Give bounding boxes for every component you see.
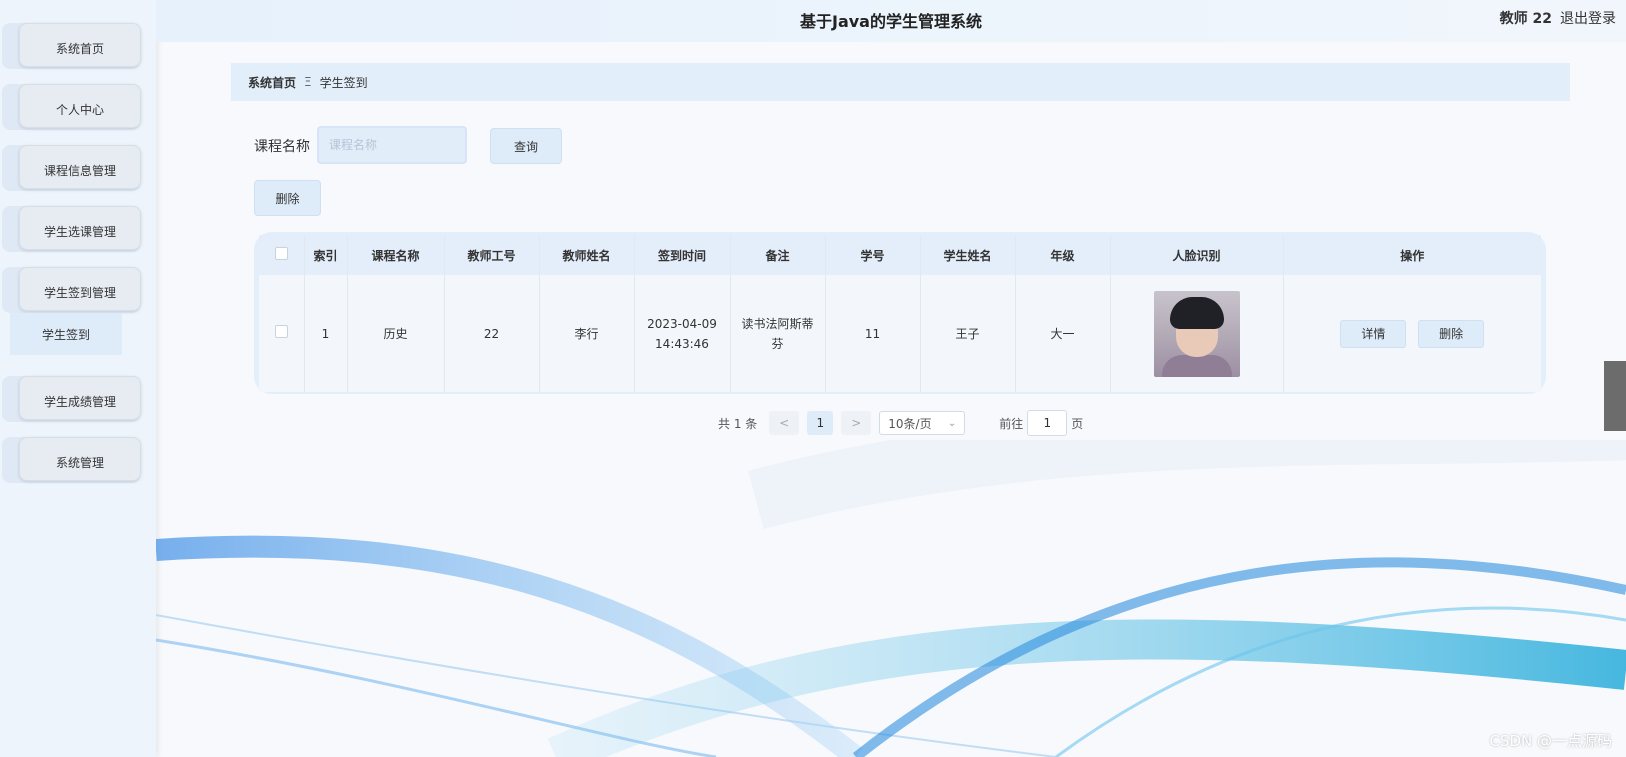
- cell-actions: 详情 删除: [1283, 275, 1541, 392]
- course-name-search-input[interactable]: [317, 126, 467, 164]
- sidebar-item-label: 系统首页: [55, 41, 104, 56]
- signin-table: 索引 课程名称 教师工号 教师姓名 签到时间 备注 学号 学生姓名 年级 人脸识…: [254, 232, 1546, 394]
- scrollbar-thumb[interactable]: [1604, 361, 1626, 431]
- table-header-row: 索引 课程名称 教师工号 教师姓名 签到时间 备注 学号 学生姓名 年级 人脸识…: [259, 235, 1541, 275]
- sidebar-item-course-selection[interactable]: 学生选课管理: [2, 206, 141, 252]
- sidebar: 系统首页 个人中心 课程信息管理 学生选课管理 学生签到管理 学生签到 学生成绩…: [0, 0, 156, 757]
- sidebar-item-label: 个人中心: [55, 102, 104, 117]
- submenu-item-signin[interactable]: 学生签到: [10, 313, 122, 355]
- next-page-button[interactable]: >: [841, 411, 872, 435]
- pagination: 共 1 条 < 1 > 10条/页 ⌄ 前往 1 页: [718, 410, 1084, 436]
- column-header: 人脸识别: [1110, 235, 1284, 275]
- prev-page-button[interactable]: <: [769, 411, 800, 435]
- app-title: 基于Java的学生管理系统: [800, 12, 982, 31]
- user-info: 教师 22 退出登录: [1500, 8, 1616, 28]
- face-photo-icon[interactable]: [1153, 290, 1240, 377]
- row-checkbox[interactable]: [274, 324, 288, 338]
- cell-student-name: 王子: [920, 275, 1016, 392]
- search-label: 课程名称: [254, 139, 310, 155]
- cell-grade: 大一: [1015, 275, 1111, 392]
- sidebar-item-label: 学生成绩管理: [43, 394, 116, 409]
- column-header: 教师工号: [444, 235, 540, 275]
- column-header: 索引: [304, 235, 348, 275]
- signin-clock: 14:43:46: [655, 336, 709, 351]
- sidebar-item-signin-management[interactable]: 学生签到管理: [2, 267, 141, 313]
- row-delete-button[interactable]: 删除: [1418, 319, 1485, 348]
- user-name: 教师 22: [1499, 11, 1552, 27]
- column-header: 学生姓名: [920, 235, 1016, 275]
- sidebar-item-label: 学生签到管理: [43, 285, 116, 300]
- cell-signin-time: 2023-04-09 14:43:46: [634, 275, 731, 392]
- column-header: 学号: [825, 235, 921, 275]
- breadcrumb-current: 学生签到: [319, 75, 368, 90]
- sidebar-item-system[interactable]: 系统管理: [2, 437, 141, 483]
- cell-student-id: 11: [825, 275, 921, 392]
- cell-face: [1110, 275, 1284, 392]
- sidebar-item-label: 学生选课管理: [43, 224, 116, 239]
- detail-button[interactable]: 详情: [1340, 319, 1407, 348]
- column-header: 年级: [1015, 235, 1111, 275]
- column-header: 课程名称: [347, 235, 445, 275]
- breadcrumb-separator-icon: Ξ: [304, 75, 312, 89]
- cell-index: 1: [304, 275, 348, 392]
- column-header: 签到时间: [634, 235, 731, 275]
- sidebar-item-profile[interactable]: 个人中心: [2, 84, 141, 130]
- column-header: 操作: [1283, 235, 1541, 275]
- table-row: 1 历史 22 李行 2023-04-09 14:43:46 读书法阿斯蒂芬 1…: [259, 275, 1541, 392]
- sidebar-item-label: 系统管理: [55, 455, 104, 470]
- cell-teacher-id: 22: [444, 275, 540, 392]
- page-size-value: 10条/页: [888, 416, 932, 431]
- sidebar-item-home[interactable]: 系统首页: [2, 23, 141, 69]
- select-all-checkbox[interactable]: [274, 247, 288, 260]
- query-button[interactable]: 查询: [490, 128, 562, 164]
- total-count: 共 1 条: [718, 416, 758, 431]
- sidebar-item-grades[interactable]: 学生成绩管理: [2, 376, 141, 422]
- goto-label: 前往: [999, 416, 1024, 431]
- breadcrumb: 系统首页 Ξ 学生签到: [231, 63, 1570, 101]
- logout-link[interactable]: 退出登录: [1560, 11, 1616, 27]
- column-header: 备注: [730, 235, 826, 275]
- cell-teacher-name: 李行: [539, 275, 635, 392]
- page-size-select[interactable]: 10条/页 ⌄: [879, 411, 966, 435]
- chevron-down-icon: ⌄: [947, 417, 957, 429]
- breadcrumb-home[interactable]: 系统首页: [248, 74, 296, 91]
- page-number[interactable]: 1: [807, 411, 834, 435]
- sidebar-item-label: 课程信息管理: [43, 163, 116, 178]
- page-suffix: 页: [1071, 416, 1084, 431]
- top-header: 基于Java的学生管理系统 教师 22 退出登录: [156, 0, 1626, 42]
- signin-date: 2023-04-09: [647, 316, 717, 331]
- remark-text: 读书法阿斯蒂芬: [741, 316, 814, 351]
- cell-remark: 读书法阿斯蒂芬: [730, 275, 826, 392]
- column-header: 教师姓名: [539, 235, 635, 275]
- goto-page-input[interactable]: 1: [1027, 410, 1068, 436]
- cell-course: 历史: [347, 275, 445, 392]
- sidebar-item-course-info[interactable]: 课程信息管理: [2, 145, 141, 191]
- watermark: CSDN @一点源码: [1489, 732, 1612, 750]
- background-waves: [156, 440, 1626, 757]
- batch-delete-button[interactable]: 删除: [254, 180, 321, 216]
